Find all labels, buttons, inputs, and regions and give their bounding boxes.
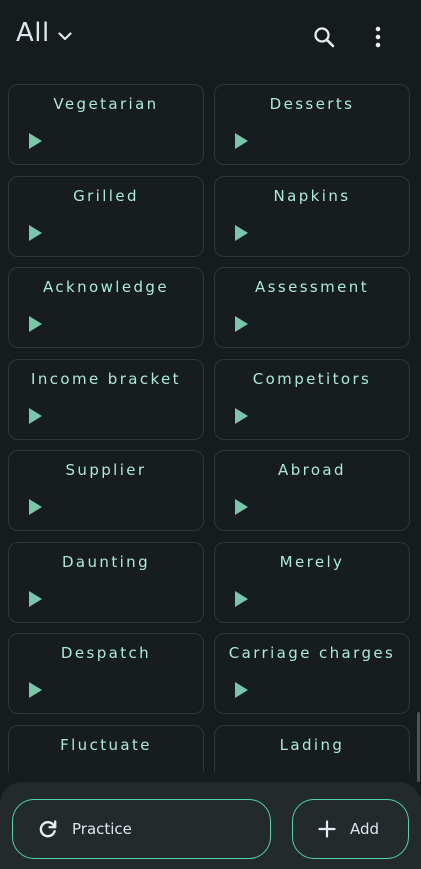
word-card-label: Acknowledge — [43, 278, 169, 296]
word-card-label: Desserts — [269, 95, 355, 113]
word-card[interactable]: Competitors — [214, 359, 410, 440]
play-icon[interactable] — [29, 591, 42, 607]
word-card[interactable]: Napkins — [214, 176, 410, 257]
more-options-button[interactable] — [365, 24, 391, 50]
word-card[interactable]: Supplier — [8, 450, 204, 531]
word-card[interactable]: Acknowledge — [8, 267, 204, 348]
word-card-label: Fluctuate — [60, 736, 152, 754]
word-card[interactable]: Carriage charges — [214, 633, 410, 714]
play-icon[interactable] — [235, 316, 248, 332]
search-icon — [313, 26, 335, 48]
word-card[interactable]: Assessment — [214, 267, 410, 348]
play-icon[interactable] — [235, 591, 248, 607]
practice-label: Practice — [72, 820, 132, 838]
word-card[interactable]: Lading — [214, 725, 410, 772]
word-card[interactable]: Income bracket — [8, 359, 204, 440]
word-card-label: Competitors — [252, 370, 372, 388]
play-icon[interactable] — [235, 499, 248, 515]
filter-label: All — [16, 18, 50, 48]
word-card-label: Daunting — [61, 553, 151, 571]
bottom-action-bar: Practice Add — [0, 782, 421, 869]
word-card-label: Lading — [279, 736, 345, 754]
filter-dropdown[interactable]: All — [16, 18, 72, 48]
word-card[interactable]: Grilled — [8, 176, 204, 257]
word-card-label: Despatch — [60, 644, 152, 662]
add-label: Add — [350, 820, 380, 838]
word-card-label: Abroad — [278, 461, 346, 479]
play-icon[interactable] — [29, 316, 42, 332]
practice-button[interactable]: Practice — [12, 799, 271, 859]
app-screen: All Vegetarian Desserts Grilled Napkins Ackn… — [0, 0, 421, 869]
play-icon[interactable] — [235, 225, 248, 241]
search-button[interactable] — [311, 24, 337, 50]
play-icon[interactable] — [29, 225, 42, 241]
play-icon[interactable] — [235, 408, 248, 424]
word-card-label: Supplier — [65, 461, 147, 479]
word-card-label: Assessment — [255, 278, 369, 296]
word-card[interactable]: Vegetarian — [8, 84, 204, 165]
word-card-label: Carriage charges — [228, 644, 396, 662]
word-card[interactable]: Merely — [214, 542, 410, 623]
word-card[interactable]: Desserts — [214, 84, 410, 165]
add-button[interactable]: Add — [292, 799, 409, 859]
top-app-bar: All — [0, 0, 421, 76]
plus-icon — [318, 820, 336, 838]
play-icon[interactable] — [29, 408, 42, 424]
chevron-down-icon — [58, 26, 72, 45]
word-card-label: Merely — [279, 553, 345, 571]
word-card[interactable]: Abroad — [214, 450, 410, 531]
word-card[interactable]: Despatch — [8, 633, 204, 714]
card-grid: Vegetarian Desserts Grilled Napkins Acknowle… — [8, 84, 413, 772]
word-card-label: Income bracket — [31, 370, 181, 388]
play-icon[interactable] — [235, 682, 248, 698]
play-icon[interactable] — [29, 133, 42, 149]
refresh-icon — [38, 819, 58, 839]
word-card[interactable]: Fluctuate — [8, 725, 204, 772]
play-icon[interactable] — [29, 499, 42, 515]
play-icon[interactable] — [235, 133, 248, 149]
word-card-label: Napkins — [273, 187, 351, 205]
word-card-label: Vegetarian — [53, 95, 159, 113]
word-card[interactable]: Daunting — [8, 542, 204, 623]
word-card-label: Grilled — [73, 187, 139, 205]
scrollbar-thumb[interactable] — [417, 712, 420, 782]
more-vert-icon — [375, 26, 381, 48]
play-icon[interactable] — [29, 682, 42, 698]
